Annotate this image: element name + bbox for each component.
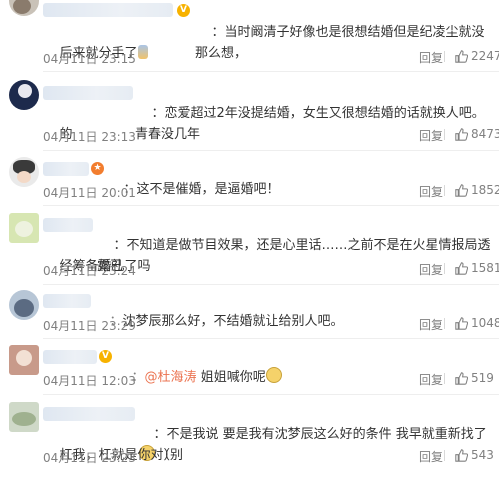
- thumbs-up-icon: [455, 49, 468, 63]
- divider: [43, 205, 499, 206]
- like-count: 1048: [471, 316, 499, 330]
- like-count: 22471: [471, 49, 499, 63]
- reply-button[interactable]: 回复: [419, 127, 443, 144]
- like-count: 1581: [471, 261, 499, 275]
- like-count: 1852: [471, 183, 499, 197]
- timestamp: 04月11日 23:23: [43, 451, 136, 465]
- timestamp: 04月11日 23:24: [43, 264, 136, 278]
- thumbs-up-icon: [455, 316, 468, 330]
- timestamp: 04月11日 20:01: [43, 186, 136, 200]
- comment-item: ：不是我说 要是我有沈梦辰这么好的条件 我早就重新找了（别 杠我，杠就是你对） …: [0, 398, 499, 473]
- thumbs-up-icon: [455, 261, 468, 275]
- avatar[interactable]: [9, 345, 39, 375]
- like-button[interactable]: 519: [455, 371, 494, 385]
- reply-button[interactable]: 回复: [419, 448, 443, 465]
- emoji-icon: [265, 367, 282, 383]
- username[interactable]: [43, 350, 97, 364]
- thumbs-up-icon: [455, 371, 468, 385]
- thumbs-up-icon: [455, 448, 468, 462]
- username[interactable]: [43, 218, 93, 232]
- thumbs-up-icon: [455, 183, 468, 197]
- divider: [444, 450, 445, 461]
- vip-badge-icon: V: [177, 4, 190, 17]
- divider: [444, 318, 445, 329]
- username[interactable]: [43, 3, 173, 17]
- emoji-icon: [137, 45, 148, 59]
- avatar[interactable]: [9, 157, 39, 187]
- comment-item: ：不知道是做节目效果，还是心里话……之前不是在火星情报局透露已 经筹备婚礼了吗 …: [0, 207, 499, 285]
- divider: [43, 338, 499, 339]
- vip-badge-icon: V: [99, 350, 112, 363]
- like-button[interactable]: 543: [455, 448, 494, 462]
- timestamp: 04月11日 23:29: [43, 319, 136, 333]
- reply-button[interactable]: 回复: [419, 183, 443, 200]
- vip-badge-icon: ★: [91, 162, 104, 175]
- comment-item: ：恋爱超过2年没提结婚，女生又很想结婚的话就换人吧。青春没几年 的 04月11日…: [0, 72, 499, 151]
- divider: [444, 185, 445, 196]
- avatar[interactable]: [9, 80, 39, 110]
- like-button[interactable]: 22471: [455, 49, 499, 63]
- avatar[interactable]: [9, 290, 39, 320]
- comment-item: ：沈梦辰那么好，不结婚就让给别人吧。 04月11日 23:29 回复 1048: [0, 286, 499, 339]
- avatar[interactable]: [9, 213, 39, 243]
- timestamp: 04月11日 23:15: [43, 52, 136, 66]
- reply-button[interactable]: 回复: [419, 261, 443, 278]
- divider: [43, 394, 499, 395]
- reply-button[interactable]: 回复: [419, 49, 443, 66]
- like-button[interactable]: 1852: [455, 183, 499, 197]
- like-count: 543: [471, 448, 494, 462]
- like-button[interactable]: 1581: [455, 261, 499, 275]
- reply-button[interactable]: 回复: [419, 316, 443, 333]
- divider: [43, 284, 499, 285]
- username[interactable]: [43, 407, 135, 421]
- mention-link[interactable]: @杜海涛: [145, 370, 197, 385]
- like-count: 8473: [471, 127, 499, 141]
- reply-button[interactable]: 回复: [419, 371, 443, 388]
- divider: [444, 129, 445, 140]
- like-button[interactable]: 1048: [455, 316, 499, 330]
- username[interactable]: [43, 294, 91, 308]
- divider: [444, 263, 445, 274]
- avatar[interactable]: [9, 402, 39, 432]
- thumbs-up-icon: [455, 127, 468, 141]
- timestamp: 04月11日 12:03: [43, 374, 136, 388]
- username[interactable]: [43, 162, 89, 176]
- comment-item: V ：当时阚清子好像也是很想结婚但是纪凌尘就没那么想， 后来就分手了 04月11…: [0, 0, 499, 72]
- like-button[interactable]: 8473: [455, 127, 499, 141]
- comment-item: V ：@杜海涛 姐姐喊你呢 04月11日 12:03 回复 519: [0, 341, 499, 395]
- divider: [444, 51, 445, 62]
- like-count: 519: [471, 371, 494, 385]
- comment-item: ★ ：这不是催婚，是逼婚吧！ 04月11日 20:01 回复 1852: [0, 151, 499, 206]
- divider: [444, 373, 445, 384]
- timestamp: 04月11日 23:13: [43, 130, 136, 144]
- avatar[interactable]: [9, 0, 39, 16]
- username[interactable]: [43, 86, 133, 100]
